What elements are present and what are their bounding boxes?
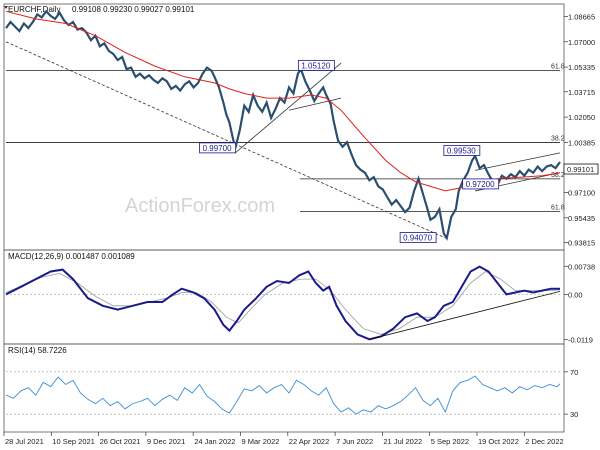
fib-level-label: 61.8	[551, 204, 565, 211]
level-box-label: 0.99700	[203, 144, 232, 153]
price-y-tick-label: 1.02050	[568, 113, 595, 122]
x-tick-label: 9 Dec 2021	[147, 437, 185, 446]
level-box: 0.97200	[462, 178, 500, 190]
x-tick-label: 5 Sep 2022	[431, 437, 469, 446]
price-y-tick-label: 1.00385	[568, 138, 595, 147]
price-y-tick-label: 1.08665	[568, 12, 595, 21]
level-box-label: 0.97200	[466, 180, 495, 189]
x-tick-label: 7 Jun 2022	[336, 437, 373, 446]
current-price-label: 0.99101	[567, 165, 594, 174]
x-tick-label: 21 Jul 2022	[383, 437, 422, 446]
price-y-tick-label: 1.05335	[568, 63, 595, 72]
rsi-y-tick-label: 70	[570, 368, 578, 377]
price-y-tick-label: 0.95435	[568, 214, 595, 223]
x-tick-label: 26 Oct 2021	[100, 437, 141, 446]
x-tick-label: 24 Jan 2022	[194, 437, 235, 446]
macd-y-tick-label: 0.00	[568, 290, 583, 299]
level-box: 0.94070	[399, 232, 437, 243]
price-y-tick-label: 1.03715	[568, 88, 595, 97]
level-box-label: 1.05120	[301, 61, 330, 70]
level-box: 0.99700	[199, 142, 237, 154]
macd-y-tick-label: 0.00738	[568, 262, 595, 271]
macd-title: MACD(12,26,9) 0.001487 0.001089	[8, 252, 135, 261]
x-tick-label: 9 Mar 2022	[242, 437, 280, 446]
rsi-y-tick-label: 30	[570, 410, 578, 419]
level-box-label: 0.94070	[403, 234, 432, 243]
header-ohlc: 0.99108 0.99230 0.99027 0.99101	[72, 5, 195, 14]
chart-canvas: EURCHF,Daily 0.99108 0.99230 0.99027 0.9…	[0, 0, 600, 450]
x-tick-label: 19 Oct 2022	[478, 437, 519, 446]
level-box: 0.99530	[443, 145, 481, 156]
price-y-tick-label: 1.07000	[568, 38, 595, 47]
price-y-tick-label: 0.93815	[568, 238, 595, 247]
fib-level-label: 61.8	[551, 63, 565, 70]
header-symbol: EURCHF,Daily	[8, 5, 60, 14]
level-box-label: 0.99530	[447, 146, 476, 155]
level-box: 1.05120	[297, 59, 335, 71]
x-tick-label: 10 Sep 2021	[52, 437, 95, 446]
watermark: ActionForex.com	[125, 195, 275, 217]
price-y-tick-label: 0.97100	[568, 188, 595, 197]
x-tick-label: 28 Jul 2021	[5, 437, 44, 446]
macd-y-tick-label: -0.0119	[568, 336, 593, 345]
x-tick-label: 2 Dec 2022	[525, 437, 563, 446]
rsi-title: RSI(14) 58.7226	[8, 346, 67, 355]
current-price-tag: 0.99101	[563, 163, 599, 175]
x-tick-label: 22 Apr 2022	[289, 437, 329, 446]
fib-level-label: 38.2	[551, 135, 565, 142]
